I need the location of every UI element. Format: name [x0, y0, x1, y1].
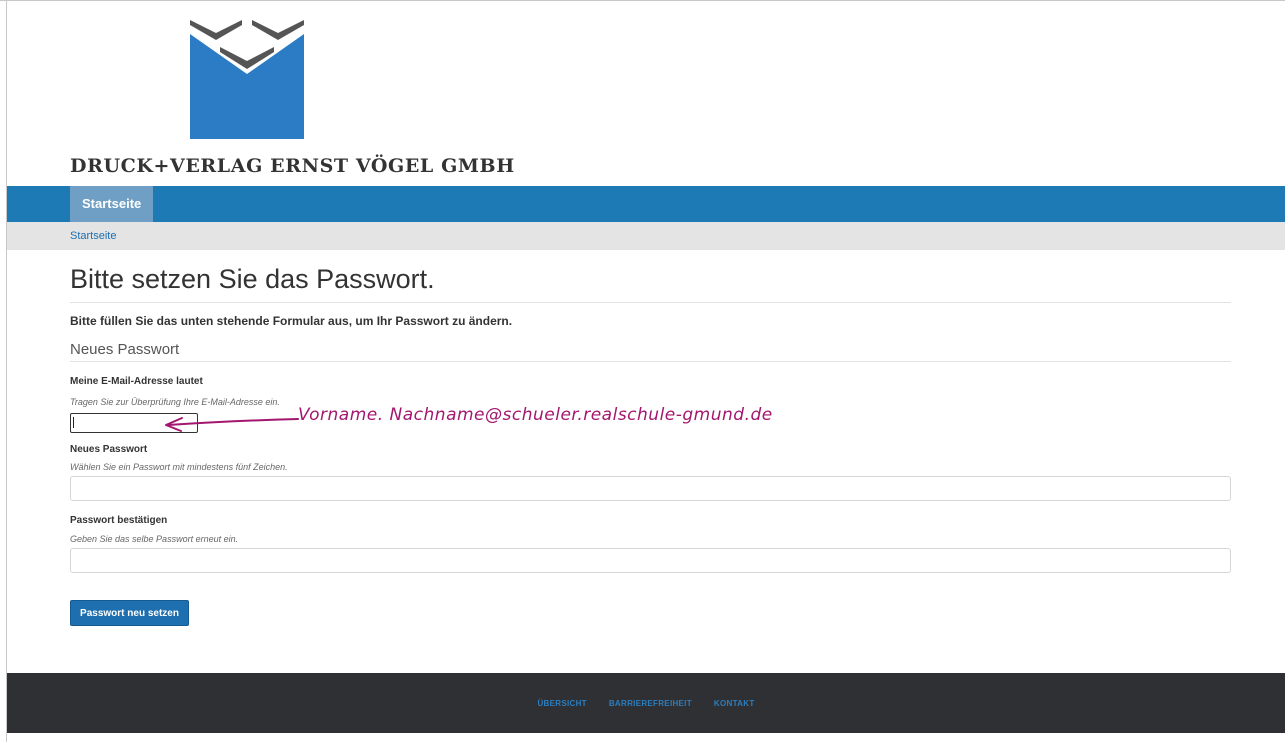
- confirm-password-help: Geben Sie das selbe Passwort erneut ein.: [70, 534, 239, 544]
- window-top-border: [0, 0, 1285, 1]
- confirm-password-label: Passwort bestätigen: [70, 515, 168, 526]
- section-title: Neues Passwort: [70, 341, 180, 358]
- new-password-label: Neues Passwort: [70, 444, 148, 455]
- footer-links: ÜBERSICHT BARRIEREFREIHEIT KONTAKT: [7, 673, 1285, 733]
- logo-chevron-left: [190, 20, 242, 40]
- breadcrumb-link-startseite[interactable]: Startseite: [70, 222, 116, 250]
- text-cursor: [73, 417, 74, 428]
- nav-item-startseite[interactable]: Startseite: [70, 186, 154, 222]
- handwritten-arrow-icon: [165, 417, 299, 432]
- logo-chevron-right: [252, 20, 304, 40]
- main-navigation: Startseite: [7, 186, 1285, 222]
- confirm-password-field[interactable]: [70, 548, 1231, 573]
- window-left-border: [6, 0, 7, 742]
- submit-button[interactable]: Passwort neu setzen: [70, 600, 189, 626]
- breadcrumb: Startseite: [7, 222, 1285, 250]
- new-password-field[interactable]: [70, 476, 1231, 501]
- company-name: DRUCK+VERLAG ERNST VÖGEL GMBH: [70, 155, 515, 177]
- footer-link-barrierefreiheit[interactable]: BARRIEREFREIHEIT: [609, 699, 692, 708]
- company-logo-icon[interactable]: [190, 14, 304, 139]
- logo-shield-shape: [190, 34, 304, 139]
- email-field-help: Tragen Sie zur Überprüfung Ihre E-Mail-A…: [70, 397, 280, 407]
- email-field-label: Meine E-Mail-Adresse lautet: [70, 376, 203, 387]
- footer-link-uebersicht[interactable]: ÜBERSICHT: [537, 699, 586, 708]
- footer: ÜBERSICHT BARRIEREFREIHEIT KONTAKT: [7, 673, 1285, 733]
- title-divider: [70, 302, 1231, 303]
- section-divider: [70, 361, 1231, 362]
- page-title: Bitte setzen Sie das Passwort.: [70, 264, 435, 294]
- new-password-help: Wählen Sie ein Passwort mit mindestens f…: [70, 462, 288, 472]
- handwritten-annotation: Vorname. Nachname@schueler.realschule-gm…: [298, 405, 773, 425]
- form-intro-text: Bitte füllen Sie das unten stehende Form…: [70, 314, 513, 328]
- footer-link-kontakt[interactable]: KONTAKT: [714, 699, 755, 708]
